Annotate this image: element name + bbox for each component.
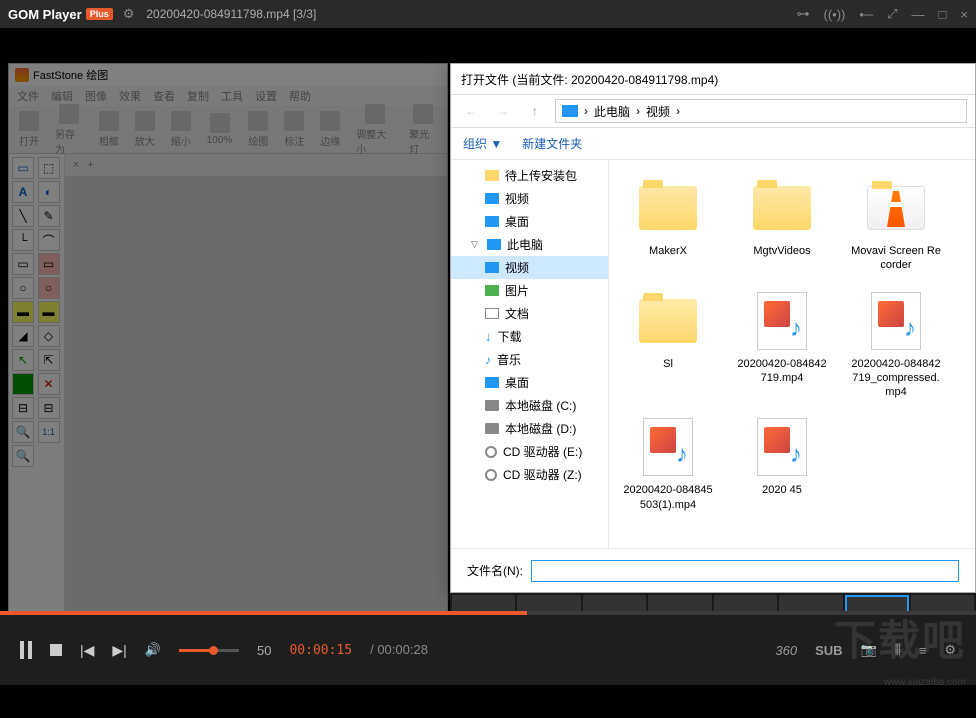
player-controls: |◀ ▶| 🔊 50 00:00:15 / 00:00:28 360 SUB 📷… <box>0 615 976 685</box>
file-item[interactable]: 20200420-084842719_compressed.mp4 <box>845 285 947 404</box>
nav-back-icon[interactable]: ← <box>459 99 483 123</box>
tree-item[interactable]: 待上传安装包 <box>451 164 608 187</box>
equalizer-icon[interactable]: ⫼ <box>895 642 901 658</box>
video-area: FastStone 绘图 文件编辑 图像效果 查看复制 工具设置 帮助 打开 另… <box>0 28 976 611</box>
file-item[interactable]: 20200420-084845503(1).mp4 <box>617 411 719 516</box>
key-icon[interactable]: ⊶ <box>797 6 810 22</box>
gom-logo: GOM PlayerPlus <box>8 7 113 22</box>
file-item[interactable]: MakerX <box>617 172 719 277</box>
window-title: 20200420-084911798.mp4 [3/3] <box>146 7 316 21</box>
file-item[interactable]: 20200420-084842719.mp4 <box>731 285 833 404</box>
new-folder-button[interactable]: 新建文件夹 <box>522 135 582 152</box>
tree-item[interactable]: 本地磁盘 (C:) <box>451 394 608 417</box>
faststone-tool-palette: ▭⬚ A◐ ╲✎ └⌒ ▭▭ ○○ ▬▬ ◢◇ ↖⇱ ✕ ⊟⊟ 🔍1:1 🔍 <box>9 154 65 622</box>
screenshot-icon[interactable]: 📷 <box>861 642 877 658</box>
folder-tree: 待上传安装包视频桌面▽此电脑视频图片文档↓下载♪音乐桌面本地磁盘 (C:)本地磁… <box>451 160 609 548</box>
tree-item[interactable]: ♪音乐 <box>451 348 608 371</box>
next-button[interactable]: ▶| <box>112 642 126 659</box>
nav-up-icon[interactable]: ↑ <box>523 99 547 123</box>
tree-item[interactable]: CD 驱动器 (Z:) <box>451 463 608 486</box>
organize-button[interactable]: 组织 ▼ <box>463 135 502 152</box>
cast-icon[interactable]: ((•)) <box>824 7 846 22</box>
volume-value: 50 <box>257 643 271 658</box>
tree-item[interactable]: 图片 <box>451 279 608 302</box>
gear-icon[interactable]: ⚙ <box>123 6 135 22</box>
faststone-toolbar: 打开 另存为 相框 放大 缩小 100% 绘图 标注 边缘 调整大小 聚光灯 <box>9 106 447 154</box>
tree-item[interactable]: 文档 <box>451 302 608 325</box>
faststone-titlebar: FastStone 绘图 <box>9 64 447 86</box>
file-item[interactable]: Movavi Screen Recorder <box>845 172 947 277</box>
tree-item[interactable]: 本地磁盘 (D:) <box>451 417 608 440</box>
playlist-icon[interactable]: ≡ <box>919 643 927 658</box>
dialog-title: 打开文件 (当前文件: 20200420-084911798.mp4) <box>451 64 975 94</box>
stop-button[interactable] <box>50 644 62 656</box>
file-grid: MakerXMgtvVideosMovavi Screen Recorder Sl… <box>609 160 975 548</box>
time-total: / 00:00:28 <box>370 642 428 658</box>
faststone-icon <box>15 68 29 82</box>
file-item[interactable]: 2020 45 <box>731 411 833 516</box>
tree-item[interactable]: CD 驱动器 (E:) <box>451 440 608 463</box>
tree-item[interactable]: ▽此电脑 <box>451 233 608 256</box>
volume-slider[interactable] <box>179 649 239 652</box>
faststone-canvas: × + <box>65 154 447 622</box>
tree-item[interactable]: 桌面 <box>451 210 608 233</box>
file-item[interactable]: MgtvVideos <box>731 172 833 277</box>
dialog-nav: ← → ↑ › 此电脑 › 视频 › <box>451 94 975 128</box>
tree-item[interactable]: 视频 <box>451 256 608 279</box>
breadcrumb[interactable]: › 此电脑 › 视频 › <box>555 99 967 123</box>
tree-item[interactable]: 桌面 <box>451 371 608 394</box>
slider-icon[interactable]: •─ <box>859 7 873 22</box>
nav-forward-icon[interactable]: → <box>491 99 515 123</box>
time-current: 00:00:15 <box>289 643 352 658</box>
close-icon[interactable]: × <box>960 7 968 22</box>
360-button[interactable]: 360 <box>775 643 797 658</box>
maximize-icon[interactable]: □ <box>939 7 947 22</box>
prev-button[interactable]: |◀ <box>80 642 94 659</box>
faststone-window: FastStone 绘图 文件编辑 图像效果 查看复制 工具设置 帮助 打开 另… <box>8 63 448 623</box>
minimize-icon[interactable]: — <box>912 7 925 22</box>
expand-icon[interactable]: ⤢ <box>887 6 897 22</box>
tree-item[interactable]: 视频 <box>451 187 608 210</box>
filename-input[interactable] <box>531 560 959 582</box>
file-item[interactable]: Sl <box>617 285 719 404</box>
pause-button[interactable] <box>20 641 32 659</box>
dialog-bottom: 文件名(N): <box>451 548 975 592</box>
pc-icon <box>562 105 578 117</box>
tree-item[interactable]: ↓下载 <box>451 325 608 348</box>
volume-icon[interactable]: 🔊 <box>145 642 161 658</box>
filename-label: 文件名(N): <box>467 562 523 579</box>
settings-icon[interactable]: ⚙ <box>944 642 956 658</box>
subtitle-button[interactable]: SUB <box>815 643 842 658</box>
dialog-toolbar: 组织 ▼ 新建文件夹 <box>451 128 975 160</box>
gom-titlebar: GOM PlayerPlus ⚙ 20200420-084911798.mp4 … <box>0 0 976 28</box>
file-open-dialog: 打开文件 (当前文件: 20200420-084911798.mp4) ← → … <box>450 63 976 593</box>
